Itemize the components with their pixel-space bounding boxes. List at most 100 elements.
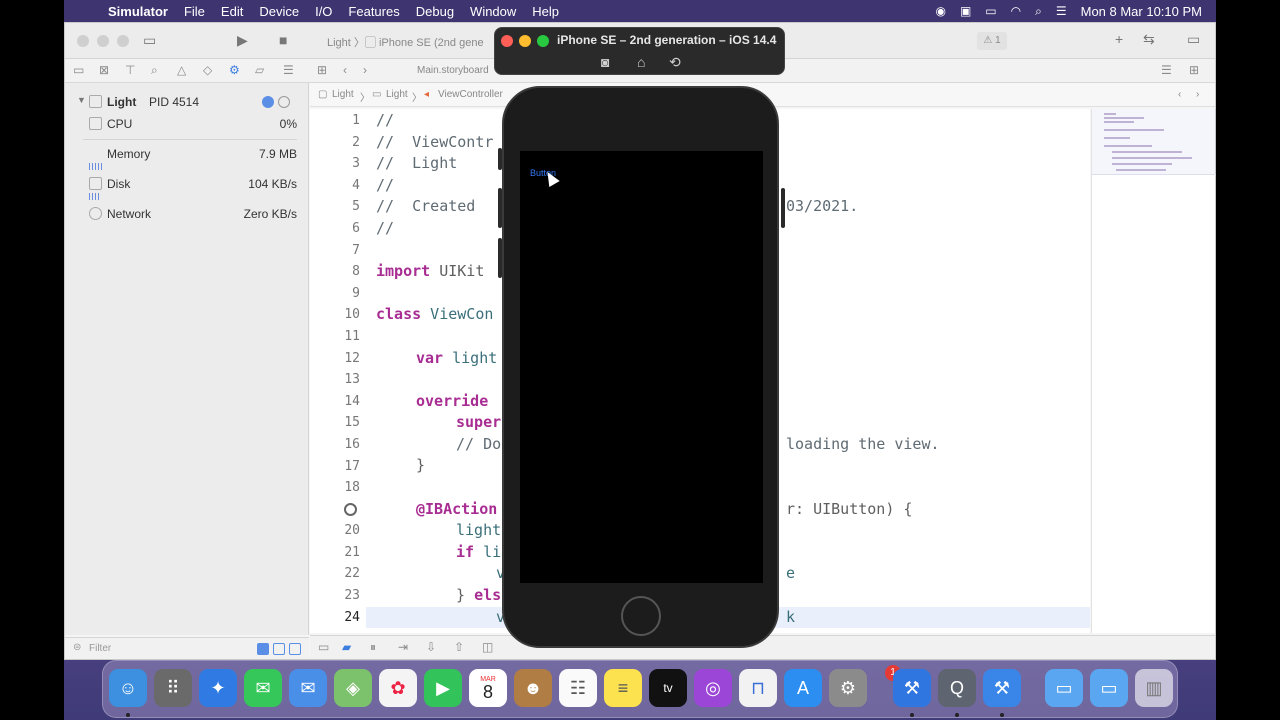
simulator-zoom-button[interactable] bbox=[537, 35, 549, 47]
next-issue-chevron-icon[interactable]: › bbox=[1196, 89, 1199, 100]
simulator-screen[interactable]: Button bbox=[520, 151, 763, 583]
input-source-icon[interactable]: ▣ bbox=[960, 4, 971, 18]
podcasts-icon[interactable]: ◎ bbox=[694, 669, 732, 707]
gauge-memory[interactable]: Memory 7.9 MB bbox=[65, 143, 309, 170]
app-store-icon[interactable]: A bbox=[784, 669, 822, 707]
calendar-icon[interactable]: MAR 8 bbox=[469, 669, 507, 707]
menu-app-simulator[interactable]: Simulator bbox=[100, 4, 176, 19]
step-into-icon[interactable]: ⇩ bbox=[426, 640, 436, 654]
minimap-viewport[interactable] bbox=[1092, 109, 1216, 175]
simulator-minimize-button[interactable] bbox=[519, 35, 531, 47]
editor-options-icon[interactable]: ☰ bbox=[1161, 63, 1172, 77]
breakpoints-toggle-icon[interactable]: ▰ bbox=[342, 640, 351, 654]
filter-option-icon[interactable] bbox=[289, 643, 301, 655]
warning-status-badge[interactable]: ⚠ 1 bbox=[977, 32, 1007, 50]
record-icon[interactable]: ◉ bbox=[935, 4, 945, 18]
simulator-title-bar[interactable]: iPhone SE – 2nd generation – iOS 14.4 ◙ … bbox=[494, 27, 785, 75]
grid-icon[interactable]: ⊞ bbox=[317, 63, 327, 77]
breakpoint-icon[interactable]: ▱ bbox=[255, 63, 264, 77]
gauge-disk[interactable]: Disk 104 KB/s bbox=[65, 173, 309, 200]
bookmark-icon[interactable] bbox=[278, 96, 290, 108]
photos-icon[interactable]: ✿ bbox=[379, 669, 417, 707]
volume-up-button[interactable] bbox=[498, 188, 502, 228]
spotlight-search-icon[interactable]: ⌕ bbox=[1035, 4, 1042, 19]
scheme-selector[interactable]: Light 〉▢ iPhone SE (2nd gene bbox=[327, 34, 484, 50]
messages-icon[interactable]: ✉ bbox=[244, 669, 282, 707]
menu-clock[interactable]: Mon 8 Mar 10:10 PM bbox=[1081, 4, 1202, 19]
view-debugger-icon[interactable]: ◫ bbox=[482, 640, 493, 654]
breadcrumb-file[interactable]: ViewController bbox=[438, 89, 503, 100]
symbol-icon[interactable]: ⊤ bbox=[125, 63, 135, 77]
screenshot-camera-icon[interactable]: ◙ bbox=[601, 54, 609, 70]
filter-option-icon[interactable] bbox=[257, 643, 269, 655]
filter-input[interactable]: Filter bbox=[89, 643, 111, 654]
tab-main-storyboard[interactable]: Main.storyboard bbox=[417, 65, 489, 76]
control-center-icon[interactable]: ☰ bbox=[1056, 4, 1067, 18]
home-button[interactable] bbox=[621, 596, 661, 636]
breadcrumb-group[interactable]: Light bbox=[386, 89, 408, 100]
window-zoom-button[interactable] bbox=[117, 35, 129, 47]
volume-down-button[interactable] bbox=[498, 238, 502, 278]
inspector-toggle-icon[interactable]: ▭ bbox=[1187, 31, 1200, 48]
trash-icon[interactable]: ▥ bbox=[1135, 669, 1173, 707]
filter-option-icon[interactable] bbox=[273, 643, 285, 655]
notes-icon[interactable]: ≡ bbox=[604, 669, 642, 707]
source-control-icon[interactable]: ⊠ bbox=[99, 63, 109, 77]
prev-issue-chevron-icon[interactable]: ‹ bbox=[1178, 89, 1181, 100]
sidebar-toggle-icon[interactable]: ▭ bbox=[143, 32, 156, 49]
breadcrumb-project[interactable]: Light bbox=[332, 89, 354, 100]
code-minimap[interactable] bbox=[1091, 109, 1216, 633]
maps-icon[interactable]: ◈ bbox=[334, 669, 372, 707]
add-editor-icon[interactable]: ⊞ bbox=[1189, 63, 1199, 77]
system-preferences-icon[interactable]: ⚙ bbox=[829, 669, 867, 707]
reminders-icon[interactable]: ☷ bbox=[559, 669, 597, 707]
window-minimize-button[interactable] bbox=[97, 35, 109, 47]
xcode-icon[interactable]: ⚒ bbox=[893, 669, 931, 707]
hide-debug-area-icon[interactable]: ▭ bbox=[318, 640, 329, 654]
test-icon[interactable]: ◇ bbox=[203, 63, 212, 77]
swap-icon[interactable]: ⇆ bbox=[1143, 31, 1155, 48]
stop-icon[interactable]: ■ bbox=[279, 32, 287, 48]
menu-help[interactable]: Help bbox=[524, 4, 567, 19]
ibaction-connection-icon[interactable] bbox=[344, 503, 357, 516]
step-over-icon[interactable]: ⇥ bbox=[398, 640, 408, 654]
gauge-cpu[interactable]: CPU 0% bbox=[65, 113, 309, 135]
find-icon[interactable]: ⌕ bbox=[151, 63, 158, 78]
issue-icon[interactable]: △ bbox=[177, 63, 186, 77]
facetime-icon[interactable]: ▶ bbox=[424, 669, 462, 707]
menu-file[interactable]: File bbox=[176, 4, 213, 19]
downloads-folder-icon[interactable]: ▭ bbox=[1045, 669, 1083, 707]
rotate-icon[interactable]: ⟲ bbox=[669, 54, 681, 71]
menu-window[interactable]: Window bbox=[462, 4, 524, 19]
run-icon[interactable]: ▶ bbox=[237, 32, 248, 49]
pause-icon[interactable]: ⏸ bbox=[370, 640, 376, 655]
apple-tv-icon[interactable]: tv bbox=[649, 669, 687, 707]
window-close-button[interactable] bbox=[77, 35, 89, 47]
back-chevron-icon[interactable]: ‹ bbox=[343, 63, 347, 77]
home-icon[interactable]: ⌂ bbox=[637, 54, 645, 70]
add-icon[interactable]: + bbox=[1115, 31, 1123, 47]
debug-navigator-icon[interactable]: ⚙ bbox=[229, 63, 240, 77]
folder-icon[interactable]: ▭ bbox=[73, 63, 84, 77]
power-button[interactable] bbox=[781, 188, 785, 228]
menu-edit[interactable]: Edit bbox=[213, 4, 251, 19]
report-icon[interactable]: ☰ bbox=[283, 63, 294, 77]
wifi-icon[interactable]: ◠ bbox=[1011, 4, 1021, 18]
battery-icon[interactable]: ▭ bbox=[985, 4, 996, 18]
launchpad-icon[interactable]: ⠿ bbox=[154, 669, 192, 707]
gauge-network[interactable]: Network Zero KB/s bbox=[65, 203, 309, 225]
silent-switch[interactable] bbox=[498, 148, 502, 170]
simulator-xcode-icon[interactable]: ⚒ bbox=[983, 669, 1021, 707]
keynote-icon[interactable]: ⊓ bbox=[739, 669, 777, 707]
menu-device[interactable]: Device bbox=[251, 4, 307, 19]
info-icon[interactable] bbox=[262, 96, 274, 108]
mail-icon[interactable]: ✉ bbox=[289, 669, 327, 707]
documents-folder-icon[interactable]: ▭ bbox=[1090, 669, 1128, 707]
finder-icon[interactable]: ☺ bbox=[109, 669, 147, 707]
safari-icon[interactable]: ✦ bbox=[199, 669, 237, 707]
disclosure-triangle-icon[interactable]: ▼ bbox=[77, 95, 86, 105]
menu-io[interactable]: I/O bbox=[307, 4, 340, 19]
step-out-icon[interactable]: ⇧ bbox=[454, 640, 464, 654]
contacts-icon[interactable]: ☻ bbox=[514, 669, 552, 707]
menu-features[interactable]: Features bbox=[340, 4, 407, 19]
